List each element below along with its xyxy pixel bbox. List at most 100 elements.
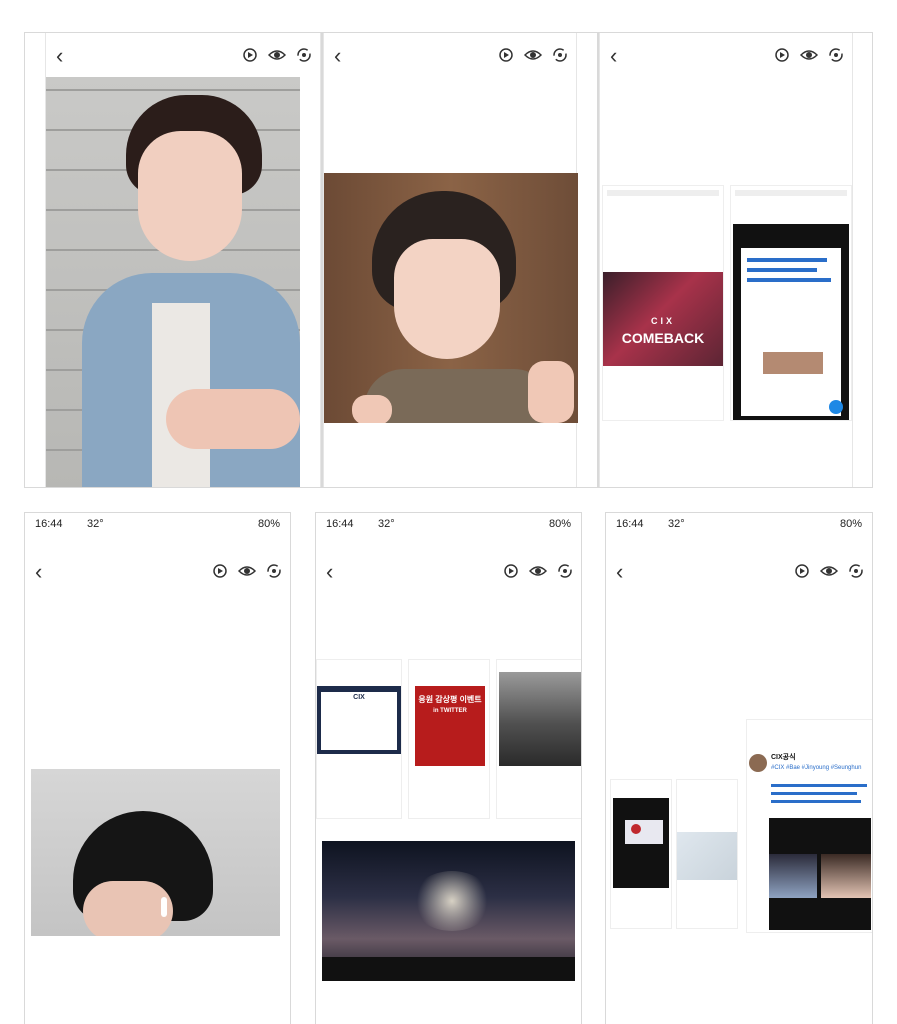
face-shape	[138, 131, 242, 261]
mini-photo: CIX COMEBACK	[603, 272, 723, 366]
tweet-line	[747, 258, 827, 262]
photo-portrait[interactable]	[46, 77, 300, 487]
rotate-icon[interactable]	[498, 47, 514, 63]
eye-icon[interactable]	[820, 563, 838, 579]
back-arrow-icon[interactable]: ‹	[616, 561, 623, 583]
comeback-text: COMEBACK	[621, 330, 705, 346]
light-thumb	[677, 832, 737, 880]
tweet-media	[769, 818, 871, 930]
earphone-icon	[161, 897, 167, 917]
eye-icon[interactable]	[268, 47, 286, 63]
tweet-line	[771, 784, 867, 787]
sync-icon[interactable]	[296, 47, 312, 63]
sync-icon[interactable]	[848, 563, 864, 579]
mini-tweet-panel	[741, 248, 841, 416]
media-photo-2	[821, 854, 871, 898]
status-time: 16:44	[35, 518, 63, 530]
nested-screenshot-light[interactable]	[676, 779, 738, 929]
status-battery: 80%	[548, 518, 571, 530]
eye-icon[interactable]	[238, 563, 256, 579]
nested-thumb-doc[interactable]: CIX	[316, 659, 402, 819]
tweet-image	[763, 352, 823, 374]
status-time: 16:44	[616, 518, 644, 530]
screenshot-card-1[interactable]: ‹	[24, 32, 322, 488]
viewer-toolbar: ‹	[316, 553, 581, 593]
sync-icon[interactable]	[557, 563, 573, 579]
phone-screen: ‹ CIX COMEBACK	[599, 33, 853, 487]
hand-left-shape	[352, 395, 392, 423]
nested-screenshot-dark[interactable]	[610, 779, 672, 929]
tool-icons	[794, 563, 864, 579]
eye-icon[interactable]	[529, 563, 547, 579]
status-time: 16:44	[326, 518, 354, 530]
viewer-toolbar: ‹	[600, 37, 852, 77]
rotate-icon[interactable]	[212, 563, 228, 579]
nested-thumb-group[interactable]	[496, 659, 581, 819]
sync-icon[interactable]	[828, 47, 844, 63]
screenshot-card-4[interactable]: 16:44 32° 80% ‹	[24, 512, 291, 1024]
back-arrow-icon[interactable]: ‹	[334, 45, 341, 67]
body-shape	[364, 369, 554, 423]
status-bar: 16:44 32° 80%	[316, 513, 581, 535]
tool-icons	[242, 47, 312, 63]
tweet-line	[747, 278, 831, 282]
tweet-line	[771, 800, 861, 803]
doc-frame: CIX	[317, 686, 401, 754]
face-shape	[394, 239, 500, 359]
viewer-toolbar: ‹	[324, 37, 576, 77]
nested-screenshot-right[interactable]	[730, 185, 852, 421]
stage-floor	[322, 957, 575, 981]
screenshot-card-2[interactable]: ‹	[322, 32, 598, 488]
flag-red	[631, 824, 641, 834]
rotate-icon[interactable]	[503, 563, 519, 579]
screenshot-card-5[interactable]: 16:44 32° 80% ‹ CIX 응원 감상평 이벤트 in TWITTE…	[315, 512, 582, 1024]
tool-icons	[212, 563, 282, 579]
eye-icon[interactable]	[524, 47, 542, 63]
tweet-handle: CIX공식	[771, 754, 796, 761]
back-arrow-icon[interactable]: ‹	[35, 561, 42, 583]
mini-status-bar	[735, 190, 847, 196]
back-arrow-icon[interactable]: ‹	[326, 561, 333, 583]
sync-icon[interactable]	[552, 47, 568, 63]
photo-selfie[interactable]	[324, 173, 578, 423]
status-bar: 16:44 32° 80%	[606, 513, 872, 535]
face-shape	[83, 881, 173, 936]
banner-title: 응원 감상평 이벤트	[418, 695, 482, 704]
photo-earphones[interactable]	[31, 769, 280, 936]
photo-concert[interactable]	[322, 841, 575, 981]
flag-thumb	[625, 820, 663, 844]
mini-dark-frame	[733, 224, 849, 420]
tweet-line	[771, 792, 857, 795]
tool-icons	[498, 47, 568, 63]
tweet-line	[747, 268, 817, 272]
back-arrow-icon[interactable]: ‹	[56, 45, 63, 67]
hand-right-shape	[528, 361, 574, 423]
screenshot-card-3[interactable]: ‹ CIX COMEBACK	[598, 32, 873, 488]
tool-icons	[774, 47, 844, 63]
screenshot-card-6[interactable]: 16:44 32° 80% ‹ CIX공식 #CIX #Bae #Jinyoun…	[605, 512, 873, 1024]
banner-sub: in TWITTER	[433, 708, 467, 714]
rotate-icon[interactable]	[242, 47, 258, 63]
nested-thumb-banner[interactable]: 응원 감상평 이벤트 in TWITTER	[408, 659, 490, 819]
phone-screen: ‹	[45, 33, 321, 487]
comeback-sub: CIX	[650, 316, 675, 326]
nested-tweet[interactable]: CIX공식 #CIX #Bae #Jinyoung #Seunghun	[746, 719, 872, 933]
viewer-toolbar: ‹	[46, 37, 320, 77]
mini-status-bar	[607, 190, 719, 196]
nested-screenshot-left[interactable]: CIX COMEBACK	[602, 185, 724, 421]
tool-icons	[503, 563, 573, 579]
rotate-icon[interactable]	[794, 563, 810, 579]
hand-shape	[166, 389, 300, 449]
status-bar: 16:44 32° 80%	[25, 513, 290, 535]
status-temp: 32°	[668, 518, 685, 530]
viewer-toolbar: ‹	[606, 553, 872, 593]
fab-button[interactable]	[829, 400, 843, 414]
media-photo-1	[769, 854, 817, 898]
stage-light	[412, 871, 492, 931]
rotate-icon[interactable]	[774, 47, 790, 63]
status-temp: 32°	[378, 518, 395, 530]
sync-icon[interactable]	[266, 563, 282, 579]
eye-icon[interactable]	[800, 47, 818, 63]
tweet-text: #CIX #Bae #Jinyoung #Seunghun	[771, 765, 862, 771]
back-arrow-icon[interactable]: ‹	[610, 45, 617, 67]
